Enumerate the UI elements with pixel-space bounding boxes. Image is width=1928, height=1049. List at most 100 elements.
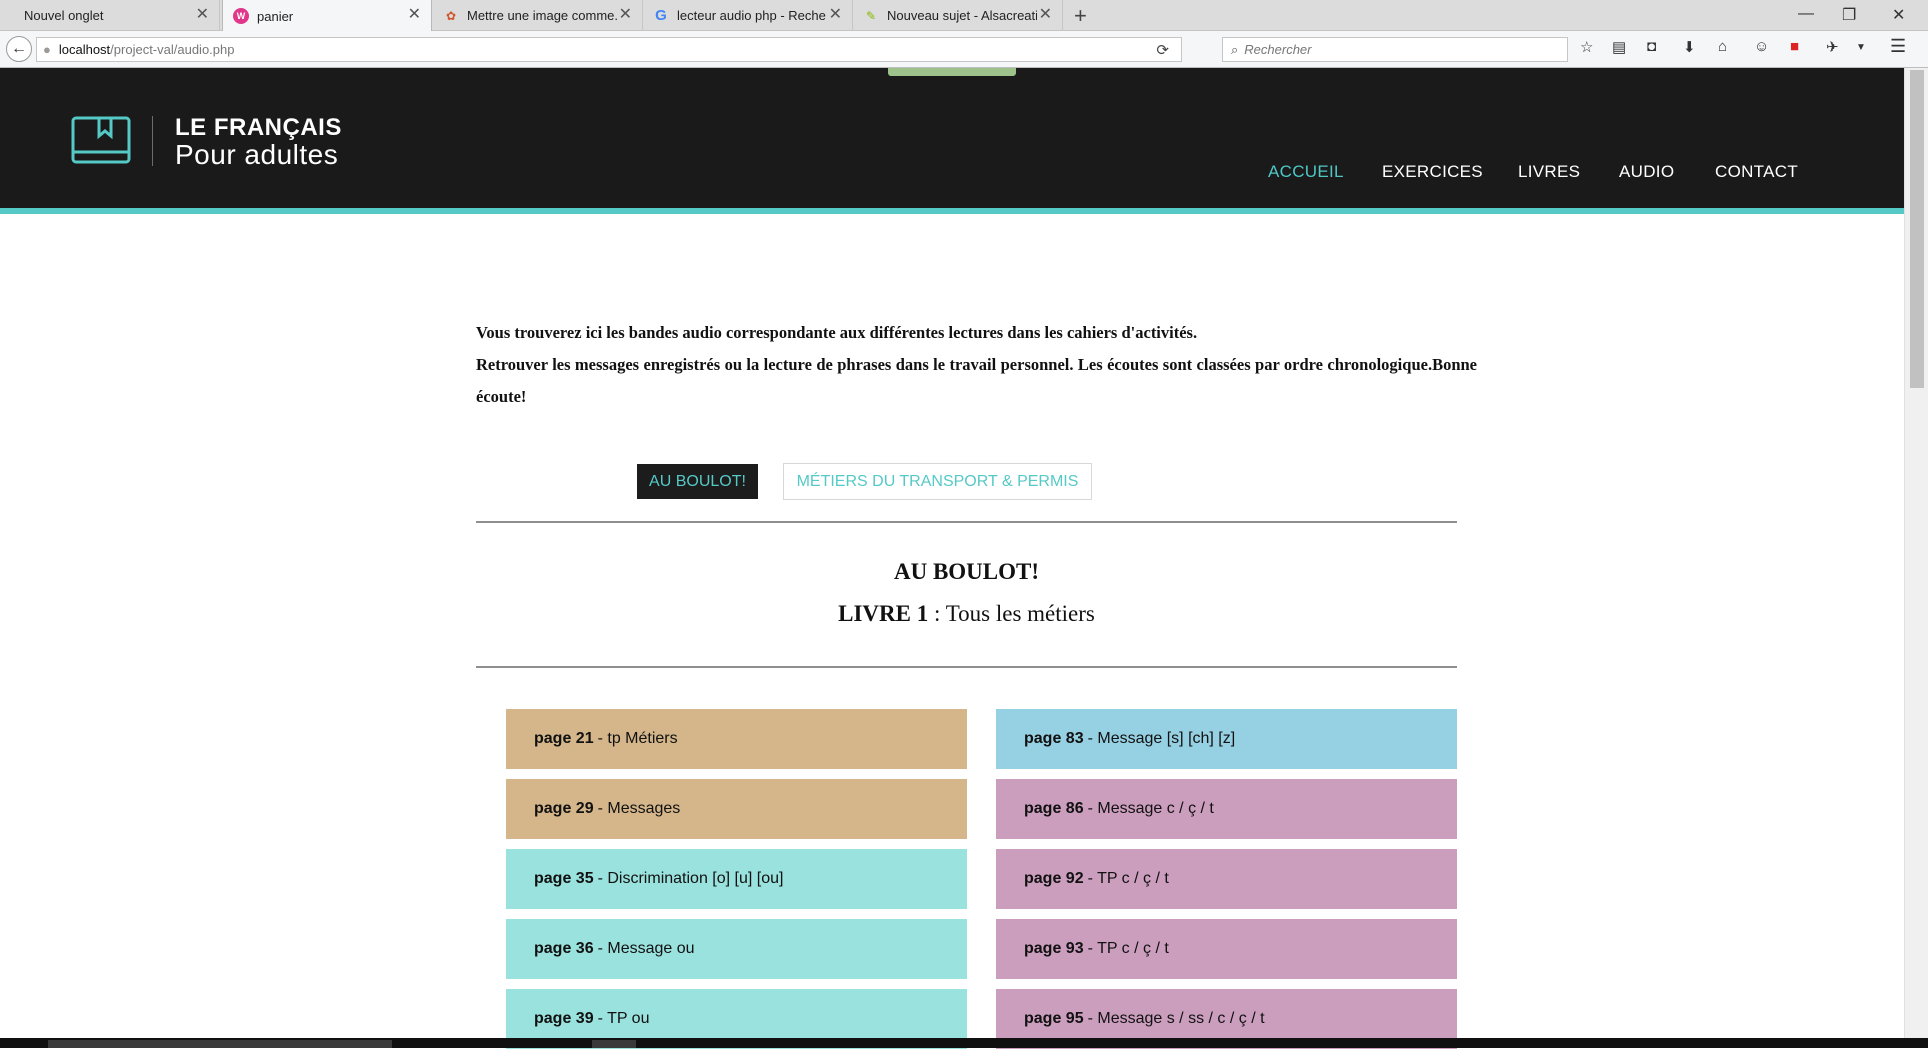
minimize-icon[interactable]: —	[1798, 5, 1814, 23]
pdf-icon[interactable]: ■	[1790, 38, 1799, 55]
audio-page: page 92	[1024, 870, 1084, 887]
book-subtitle: : Tous les métiers	[928, 601, 1095, 626]
scrollbar-thumb[interactable]	[1910, 70, 1924, 388]
tab-au-boulot[interactable]: AU BOULOT!	[637, 464, 758, 499]
tab-label: Nouveau sujet - Alsacreati...	[887, 8, 1037, 23]
globe-icon: ●	[43, 42, 51, 57]
reload-icon[interactable]: ⟳	[1156, 41, 1169, 59]
reading-list-icon[interactable]: ▤	[1612, 38, 1626, 56]
audio-page: page 86	[1024, 800, 1084, 817]
taskbar-segment	[48, 1040, 392, 1048]
audio-item[interactable]: page 35- Discrimination [o] [u] [ou]	[506, 849, 967, 909]
audio-title: - Messages	[597, 800, 681, 817]
close-icon[interactable]: ✕	[619, 7, 632, 23]
tab-label: Mettre une image comme...	[467, 8, 617, 23]
audio-page: page 35	[534, 870, 594, 887]
audio-page: page 83	[1024, 730, 1084, 747]
url-host: localhost	[58, 42, 111, 57]
audio-item[interactable]: page 21- tp Métiers	[506, 709, 967, 769]
taskbar-segment	[592, 1040, 636, 1048]
book-label: LIVRE 1	[838, 601, 929, 626]
bookmark-star-icon[interactable]: ☆	[1580, 38, 1593, 56]
audio-item[interactable]: page 93- TP c / ç / t	[996, 919, 1457, 979]
page-scrollbar[interactable]	[1904, 68, 1928, 1038]
browser-tab[interactable]: G lecteur audio php - Reche... ✕	[643, 0, 853, 31]
divider	[476, 666, 1457, 668]
audio-title: - TP c / ç / t	[1087, 940, 1169, 957]
download-icon[interactable]: ⬇	[1683, 38, 1696, 56]
audio-title: - TP ou	[597, 1010, 650, 1027]
book-logo-icon	[71, 116, 131, 164]
audio-title: - tp Métiers	[597, 730, 678, 747]
tab-metiers-transport[interactable]: MÉTIERS DU TRANSPORT & PERMIS	[783, 463, 1092, 500]
nav-contact[interactable]: CONTACT	[1715, 162, 1798, 182]
audio-page: page 95	[1024, 1010, 1084, 1027]
extension-icon[interactable]: ✈	[1826, 38, 1839, 56]
audio-item[interactable]: page 83- Message [s] [ch] [z]	[996, 709, 1457, 769]
close-icon[interactable]: ✕	[196, 7, 209, 23]
audio-page: page 29	[534, 800, 594, 817]
audio-item[interactable]: page 36- Message ou	[506, 919, 967, 979]
logo-subtitle[interactable]: Pour adultes	[175, 139, 338, 171]
browser-nav-bar: ← ● localhost/project-val/audio.php ⟳ ⌕ …	[0, 31, 1928, 68]
close-icon[interactable]: ✕	[829, 7, 842, 23]
audio-page: page 93	[1024, 940, 1084, 957]
browser-tab[interactable]: ✎ Nouveau sujet - Alsacreati... ✕	[853, 0, 1063, 31]
browser-tab[interactable]: Nouvel onglet ✕	[0, 0, 220, 31]
blank-icon	[10, 8, 14, 24]
menu-icon[interactable]: ☰	[1890, 36, 1906, 57]
tab-label: Nouvel onglet	[24, 8, 104, 23]
nav-exercices[interactable]: EXERCICES	[1382, 162, 1483, 182]
tab-label: lecteur audio php - Reche...	[677, 8, 827, 23]
audio-page: page 39	[534, 1010, 594, 1027]
section-title: AU BOULOT!	[893, 559, 1040, 584]
browser-tab-bar: Nouvel onglet ✕ W panier ✕ ✿ Mettre une …	[0, 0, 1928, 32]
audio-page: page 21	[534, 730, 594, 747]
logo-title[interactable]: LE FRANÇAIS	[175, 114, 342, 142]
search-placeholder: Rechercher	[1244, 42, 1312, 57]
audio-title: - Message [s] [ch] [z]	[1087, 730, 1236, 747]
close-window-icon[interactable]: ✕	[1892, 5, 1905, 25]
google-icon: G	[655, 7, 667, 24]
home-icon[interactable]: ⌂	[1718, 38, 1727, 55]
header-accent-line	[0, 208, 1904, 214]
tab-label: panier	[257, 8, 294, 24]
audio-item[interactable]: page 86- Message c / ç / t	[996, 779, 1457, 839]
audio-title: - TP c / ç / t	[1087, 870, 1169, 887]
close-icon[interactable]: ✕	[1039, 7, 1052, 23]
logo-separator	[152, 116, 153, 166]
search-icon: ⌕	[1231, 41, 1239, 57]
nav-accueil[interactable]: ACCUEIL	[1268, 162, 1344, 182]
address-bar[interactable]: ● localhost/project-val/audio.php ⟳	[36, 37, 1182, 62]
divider	[476, 521, 1457, 523]
audio-item[interactable]: page 29- Messages	[506, 779, 967, 839]
browser-tab-active[interactable]: W panier ✕	[222, 0, 432, 32]
pocket-icon[interactable]: ◘	[1647, 38, 1656, 55]
audio-title: - Message ou	[597, 940, 695, 957]
chevron-down-icon[interactable]: ▼	[1856, 42, 1866, 53]
audio-item[interactable]: page 92- TP c / ç / t	[996, 849, 1457, 909]
audio-title: - Message c / ç / t	[1087, 800, 1214, 817]
intro-line-1: Vous trouverez ici les bandes audio corr…	[476, 323, 1198, 342]
alsacreations-icon: ✎	[865, 8, 877, 23]
puzzle-icon: ✿	[445, 8, 457, 23]
green-tab-decoration	[888, 68, 1016, 76]
wamp-icon: W	[233, 8, 249, 24]
intro-text: Vous trouverez ici les bandes audio corr…	[476, 317, 1477, 413]
search-input[interactable]: ⌕ Rechercher	[1222, 37, 1568, 62]
close-icon[interactable]: ✕	[408, 7, 421, 23]
nav-livres[interactable]: LIVRES	[1518, 162, 1580, 182]
arrow-left-icon: ←	[11, 40, 27, 57]
browser-tab[interactable]: ✿ Mettre une image comme... ✕	[433, 0, 643, 31]
new-tab-button[interactable]: +	[1074, 3, 1087, 29]
audio-title: - Message s / ss / c / ç / t	[1087, 1010, 1265, 1027]
intro-line-2: Retrouver les messages enregistrés ou la…	[476, 355, 1477, 406]
section-subtitle: LIVRE 1 : Tous les métiers	[476, 601, 1457, 627]
audio-page: page 36	[534, 940, 594, 957]
hello-icon[interactable]: ☺	[1754, 38, 1769, 55]
nav-audio[interactable]: AUDIO	[1619, 162, 1674, 182]
restore-icon[interactable]: ❐	[1842, 5, 1856, 25]
url-path: /project-val/audio.php	[110, 42, 235, 57]
back-button[interactable]: ←	[6, 36, 32, 62]
audio-title: - Discrimination [o] [u] [ou]	[597, 870, 784, 887]
